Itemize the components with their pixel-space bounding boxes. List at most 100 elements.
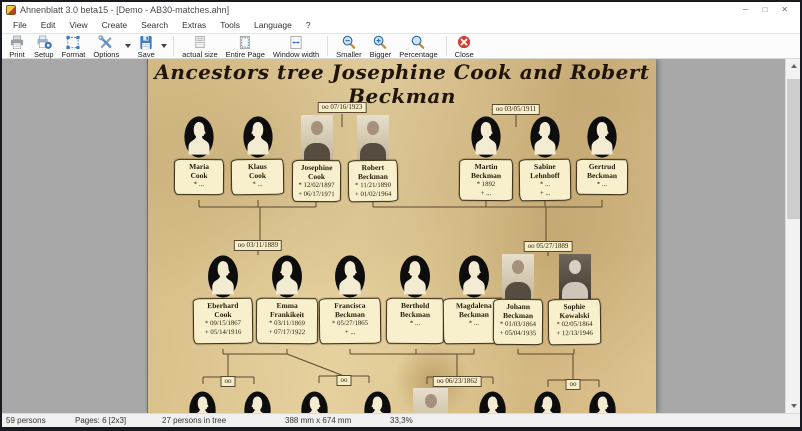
menu-edit[interactable]: Edit [34,20,63,30]
silhouette-portrait-icon [587,115,617,159]
person-given-name: Maria [176,162,222,171]
menu-help[interactable]: ? [299,20,318,30]
person-card-robert-beckman: Robert Beckman * 11/21/1890 + 01/02/1964 [348,115,398,202]
scrollbar-thumb[interactable] [787,79,800,219]
close-window-icon[interactable]: ✕ [781,5,788,15]
silhouette-portrait-icon [189,390,216,413]
person-card-gertrud-beckman: Gertrud Beckman * ... [576,115,628,195]
actual-size-icon [191,35,209,50]
person-card-berthold-beckman: Berthold Beckman * ... [386,255,444,344]
person-surname: Beckman [350,172,396,181]
marriage-label-1889b: oo 05/27/1889 [524,241,573,252]
person-birth: * 11/21/1890 [350,181,396,190]
format-icon [64,35,82,50]
photo-portrait [502,254,534,299]
menu-bar: File Edit View Create Search Extras Tool… [2,17,800,33]
person-card-francisca-beckman: Francisca Beckman * 05/27/1865 + ... [319,255,381,344]
silhouette-portrait-icon [471,115,501,159]
scroll-up-icon[interactable] [786,59,800,73]
save-button[interactable]: Save [133,34,159,59]
photo-portrait [301,115,333,160]
person-given-name: Martin [461,162,511,171]
maximize-icon[interactable]: □ [762,5,767,15]
options-dropdown-icon[interactable] [125,44,131,48]
menu-tools[interactable]: Tools [213,20,247,30]
person-birth: * 01/03/1864 [495,320,541,329]
print-button[interactable]: Print [4,34,30,59]
person-surname: Cook [176,171,222,180]
person-surname: Beckman [461,171,511,180]
actual-size-button[interactable]: actual size [178,34,221,59]
person-card-josephine-cook: Josephine Cook * 12/02/1897 + 06/17/1971 [292,115,341,202]
silhouette-portrait-icon [534,390,561,413]
toolbar-separator [173,36,174,56]
person-given-name: Berthold [388,301,442,310]
toolbar: Print Setup Format [2,33,800,59]
person-given-name: Emma [258,301,316,311]
marriage-label-1889a: oo 03/11/1889 [234,240,282,251]
toolbar-separator [446,36,447,56]
entire-page-button[interactable]: Entire Page [222,34,269,59]
zoom-bigger-button[interactable]: Bigger [366,34,396,59]
person-card-martin-beckman: Martin Beckman * 1892 + ... [459,115,513,201]
person-birth: * 12/02/1897 [294,181,339,190]
menu-language[interactable]: Language [247,20,299,30]
photo-portrait [559,254,591,299]
person-given-name: Gertrud [578,162,626,171]
status-bar: 59 persons Pages: 6 [2x3] 27 persons in … [2,413,800,427]
person-death: + ... [461,189,511,198]
menu-extras[interactable]: Extras [175,20,213,30]
silhouette-portrait-icon [271,255,303,298]
silhouette-portrait-icon [589,390,616,413]
close-preview-button[interactable]: Close [451,34,478,59]
silhouette-portrait-icon [530,115,560,159]
entire-page-icon [236,35,254,50]
minimize-icon[interactable]: ─ [743,5,749,15]
silhouette-portrait-icon [479,390,506,413]
zoom-percentage-button[interactable]: Percentage [395,34,441,59]
silhouette-portrait-icon [207,255,239,298]
silhouette-portrait-icon [458,255,490,298]
status-persons-in-tree: 27 persons in tree [162,416,226,425]
marriage-label-1862: oo 06/23/1862 [433,376,482,387]
print-setup-button[interactable]: Setup [30,34,58,59]
silhouette-portrait-icon [301,390,328,413]
window-width-icon [287,35,305,50]
person-card-sophie-kowalski: Sophie Kowalski * 02/05/1864 + 12/13/194… [548,254,601,345]
vertical-scrollbar[interactable] [785,59,800,413]
menu-create[interactable]: Create [95,20,135,30]
zoom-smaller-button[interactable]: Smaller [332,34,365,59]
status-zoom-level: 33,3% [390,416,413,425]
person-death: + ... [321,328,379,338]
person-given-name: Robert [350,163,396,172]
person-death: + 01/02/1964 [350,190,396,199]
save-dropdown-icon[interactable] [161,44,167,48]
window-width-button[interactable]: Window width [269,34,323,59]
menu-view[interactable]: View [62,20,94,30]
person-card-eberhard-cook: Eberhard Cook * 09/15/1867 + 05/14/1916 [193,255,253,344]
person-death: + 12/13/1946 [550,329,599,339]
tree-page: Ancestors tree Josephine Cook and Robert… [147,59,656,413]
menu-file[interactable]: File [6,20,34,30]
person-card-klaus-cook: Klaus Cook * ... [231,115,284,195]
silhouette-portrait-icon [334,255,366,298]
person-death: + 05/04/1935 [495,329,541,338]
person-surname: Beckman [495,311,541,320]
person-birth: * ... [176,180,222,189]
person-death: + ... [521,189,569,199]
person-birth: * ... [521,180,569,190]
silhouette-portrait-icon [243,115,273,159]
options-button[interactable]: Options [89,34,123,59]
person-death: + 06/17/1971 [294,190,339,199]
person-surname: Cook [294,172,339,181]
silhouette-portrait-icon [364,390,391,413]
scroll-down-icon[interactable] [786,399,800,413]
person-card-emma-frankikeit: Emma Frankikeit * 03/11/1869 + 07/17/192… [256,255,318,344]
format-button[interactable]: Format [58,34,90,59]
preview-area: Ancestors tree Josephine Cook and Robert… [2,59,800,413]
app-window: Ahnenblatt 3.0 beta15 - [Demo - AB30-mat… [0,0,802,431]
options-icon [97,35,115,50]
silhouette-portrait-icon [244,390,271,413]
menu-search[interactable]: Search [134,20,175,30]
status-persons: 59 persons [6,416,46,425]
